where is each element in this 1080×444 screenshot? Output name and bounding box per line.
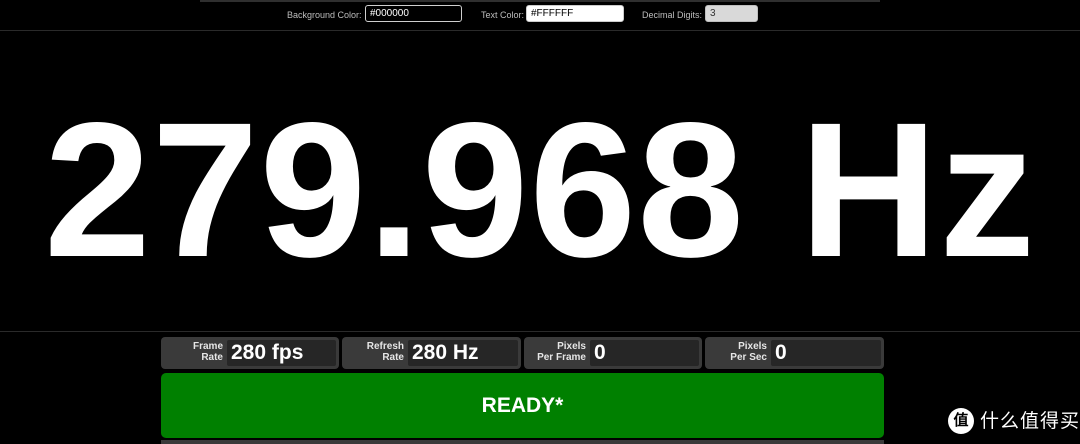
pixels-per-frame-stat: Pixels Per Frame 0 — [524, 337, 702, 369]
pixels-per-frame-label: Pixels Per Frame — [524, 341, 586, 363]
watermark-logo-glyph: 值 — [953, 412, 969, 429]
pixels-per-sec-label-line1: Pixels — [738, 341, 767, 352]
refresh-rate-value: 280 Hz — [408, 340, 518, 366]
ready-status-button[interactable]: READY* — [161, 373, 884, 438]
pixels-per-sec-stat: Pixels Per Sec 0 — [705, 337, 884, 369]
header-divider — [0, 30, 1080, 31]
pixels-per-frame-label-line1: Pixels — [557, 341, 586, 352]
settings-bar: Background Color: Text Color: Decimal Di… — [0, 4, 1080, 26]
top-divider — [200, 0, 880, 2]
page: Background Color: Text Color: Decimal Di… — [0, 0, 1080, 444]
frame-rate-value: 280 fps — [227, 340, 336, 366]
frame-rate-label-line2: Rate — [201, 352, 223, 363]
background-color-label: Background Color: — [287, 10, 362, 20]
refresh-rate-stat: Refresh Rate 280 Hz — [342, 337, 521, 369]
text-color-label: Text Color: — [481, 10, 525, 20]
background-color-input[interactable] — [365, 5, 462, 22]
watermark-text: 什么值得买 — [980, 410, 1080, 432]
pixels-per-sec-label-line2: Per Sec — [730, 352, 767, 363]
frame-rate-stat: Frame Rate 280 fps — [161, 337, 339, 369]
frame-rate-label: Frame Rate — [161, 341, 223, 363]
refresh-rate-label: Refresh Rate — [342, 341, 404, 363]
bottom-strip — [161, 440, 884, 444]
refresh-rate-label-line1: Refresh — [366, 341, 404, 352]
pixels-per-frame-label-line2: Per Frame — [537, 352, 586, 363]
readout-divider — [0, 331, 1080, 332]
frame-rate-label-line1: Frame — [192, 341, 223, 352]
decimal-digits-input[interactable] — [705, 5, 758, 22]
decimal-digits-label: Decimal Digits: — [642, 10, 703, 20]
refresh-rate-readout: 279.968 Hz — [43, 82, 1037, 297]
text-color-input[interactable] — [526, 5, 624, 22]
watermark-logo-icon: 值 — [948, 408, 974, 434]
refresh-rate-label-line2: Rate — [382, 352, 404, 363]
pixels-per-frame-value: 0 — [590, 340, 699, 366]
pixels-per-sec-value: 0 — [771, 340, 881, 366]
pixels-per-sec-label: Pixels Per Sec — [705, 341, 767, 363]
